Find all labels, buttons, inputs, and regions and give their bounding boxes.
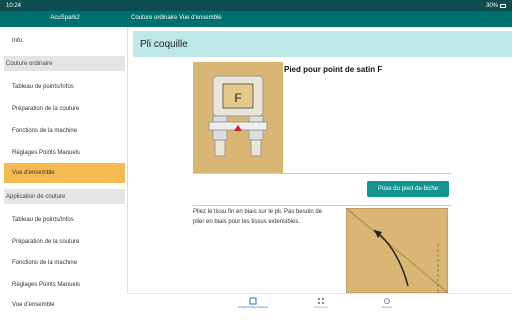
battery-indicator: 30% xyxy=(486,3,506,9)
battery-percent: 30% xyxy=(485,2,498,9)
nav-label: Utilisation/Explications xyxy=(238,305,268,309)
sidebar-item-vue-ensemble-active[interactable]: Vue d'ensemble xyxy=(4,163,125,183)
main-content: Pli coquille F Pied pour point de satin … xyxy=(129,27,512,293)
presser-foot-icon: F xyxy=(208,75,268,157)
nav-label: Options xyxy=(381,305,393,309)
foot-letter: F xyxy=(234,91,241,105)
app-title: AcuSpark2 xyxy=(50,15,80,21)
sidebar-item-fonctions[interactable]: Fonctions de la machine xyxy=(4,121,125,141)
sidebar-section-couture-ordinaire: Couture ordinaire xyxy=(4,56,125,71)
foot-title: Pied pour point de satin F xyxy=(284,65,383,74)
sidebar-item-preparation[interactable]: Préparation de la couture xyxy=(4,99,125,119)
breadcrumb: Couture ordinaire Vue d'ensemble xyxy=(131,15,222,21)
sidebar-item-reglages[interactable]: Réglages Points Manuels xyxy=(4,143,125,163)
sidebar-item-info[interactable]: Info. xyxy=(4,31,125,51)
nav-personnel[interactable]: Personnel xyxy=(301,297,341,309)
app-bar: AcuSpark2 Couture ordinaire Vue d'ensemb… xyxy=(0,11,512,27)
sidebar-item-preparation-2[interactable]: Préparation de la couture xyxy=(4,232,125,252)
grid-icon xyxy=(318,298,324,304)
fabric-diagram xyxy=(346,208,448,293)
book-icon xyxy=(249,297,257,305)
nav-options[interactable]: Options xyxy=(367,297,407,309)
clock: 10:24 xyxy=(6,2,22,9)
divider xyxy=(193,205,451,206)
page-title: Pli coquille xyxy=(133,31,512,57)
instructions-text: Pliez le tissu fin en biais sur le pli. … xyxy=(193,209,323,225)
battery-icon xyxy=(500,3,506,8)
sidebar-item-vue-ensemble-2[interactable]: Vue d'ensemble xyxy=(4,295,125,315)
bottom-nav: Utilisation/Explications Personnel Optio… xyxy=(129,293,512,320)
nav-utilisation[interactable]: Utilisation/Explications xyxy=(233,297,273,309)
settings-icon xyxy=(384,298,390,304)
status-bar: 10:24 30% xyxy=(0,0,512,11)
nav-label: Personnel xyxy=(314,305,328,309)
sidebar-item-fonctions-2[interactable]: Fonctions de la machine xyxy=(4,253,125,273)
sidebar-item-tableau-points[interactable]: Tableau de points/Infos xyxy=(4,77,125,97)
sidebar-item-tableau-points-2[interactable]: Tableau de points/Infos xyxy=(4,210,125,230)
presser-foot-image: F xyxy=(193,62,283,173)
pose-pied-button[interactable]: Pose du pied-de-biche xyxy=(367,181,449,197)
sidebar-item-reglages-2[interactable]: Réglages Points Manuels xyxy=(4,275,125,295)
sidebar: Info. Couture ordinaire Tableau de point… xyxy=(0,27,128,308)
sidebar-section-application: Application de couture xyxy=(4,189,125,204)
